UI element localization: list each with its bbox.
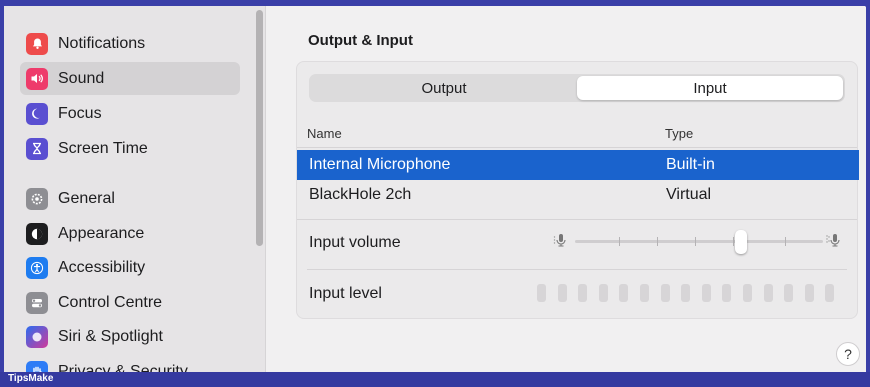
input-volume-label: Input volume	[309, 234, 401, 251]
tab-output[interactable]: Output	[311, 76, 577, 100]
sidebar-item-appearance[interactable]: Appearance	[20, 217, 240, 250]
divider	[307, 269, 847, 270]
output-input-segmented-control: Output Input	[309, 74, 845, 102]
sidebar-item-label: General	[58, 189, 115, 207]
slider-tick	[733, 237, 734, 246]
sidebar-item-label: Siri & Spotlight	[58, 327, 163, 345]
sidebar-item-label: Control Centre	[58, 293, 163, 311]
level-segment	[619, 284, 629, 302]
device-table-header: Name Type	[297, 116, 857, 148]
mic-low-icon	[553, 232, 569, 251]
level-segment	[722, 284, 732, 302]
input-volume-knob[interactable]	[735, 230, 747, 254]
tab-input[interactable]: Input	[577, 76, 843, 100]
sidebar-item-sound[interactable]: Sound	[20, 62, 240, 95]
footer-label: TipsMake	[8, 373, 54, 384]
sidebar-item-label: Screen Time	[58, 139, 148, 157]
settings-window: Notifications Sound Focus Screen Time Ge…	[4, 6, 866, 372]
sidebar-item-control-centre[interactable]: Control Centre	[20, 286, 240, 319]
device-name: BlackHole 2ch	[309, 186, 412, 203]
hourglass-icon	[26, 137, 48, 160]
level-segment	[763, 284, 773, 302]
sidebar-item-general[interactable]: General	[20, 182, 240, 215]
bell-icon	[26, 32, 48, 55]
device-name: Internal Microphone	[309, 156, 451, 173]
level-segment	[598, 284, 608, 302]
sidebar: Notifications Sound Focus Screen Time Ge…	[4, 6, 266, 372]
level-segment	[825, 284, 835, 302]
gear-icon	[26, 187, 48, 210]
footer-bar: TipsMake	[0, 372, 870, 387]
slider-tick	[695, 237, 696, 246]
level-segment	[804, 284, 814, 302]
section-title: Output & Input	[308, 32, 413, 49]
siri-icon	[26, 325, 48, 348]
level-segment	[784, 284, 794, 302]
input-settings-box: Input volume Input level	[297, 219, 857, 318]
sidebar-item-label: Accessibility	[58, 258, 146, 276]
level-segment	[743, 284, 752, 302]
level-segment	[660, 284, 670, 302]
table-row[interactable]: BlackHole 2ch Virtual	[297, 180, 859, 210]
sidebar-item-screen-time[interactable]: Screen Time	[20, 132, 240, 165]
help-button[interactable]: ?	[836, 342, 860, 366]
slider-tick	[619, 237, 620, 246]
sidebar-item-privacy-security[interactable]: Privacy & Security	[20, 355, 240, 372]
level-segment	[701, 284, 711, 302]
sidebar-item-label: Focus	[58, 104, 102, 122]
sidebar-scrollbar[interactable]	[256, 10, 263, 246]
sidebar-item-accessibility[interactable]: Accessibility	[20, 251, 240, 284]
output-input-panel: Output Input Name Type Internal Micropho…	[296, 61, 859, 319]
hand-icon	[26, 360, 48, 372]
level-segment	[557, 284, 567, 302]
sidebar-item-focus[interactable]: Focus	[20, 97, 240, 130]
input-level-label: Input level	[309, 285, 382, 302]
main-content: Output & Input Output Input Name Type In…	[266, 6, 866, 372]
sidebar-item-notifications[interactable]: Notifications	[20, 27, 240, 60]
toggle-icon	[26, 291, 48, 314]
level-segment	[640, 284, 649, 302]
accessibility-icon	[26, 256, 48, 279]
sidebar-item-label: Sound	[58, 69, 105, 87]
slider-tick	[785, 237, 786, 246]
level-segment	[537, 284, 546, 302]
sidebar-item-siri-spotlight[interactable]: Siri & Spotlight	[20, 320, 240, 353]
column-header-name[interactable]: Name	[307, 126, 342, 141]
speaker-icon	[26, 67, 48, 90]
level-segment	[681, 284, 691, 302]
column-header-type[interactable]: Type	[665, 126, 693, 141]
device-type: Built-in	[666, 156, 715, 173]
table-row[interactable]: Internal Microphone Built-in	[297, 150, 859, 180]
sidebar-item-label: Privacy & Security	[58, 362, 188, 373]
device-type: Virtual	[666, 186, 712, 203]
moon-icon	[26, 102, 48, 125]
slider-tick	[657, 237, 658, 246]
sidebar-item-label: Notifications	[58, 34, 146, 52]
level-segment	[578, 284, 588, 302]
mic-high-icon	[825, 232, 845, 251]
sidebar-item-label: Appearance	[58, 224, 145, 242]
appearance-icon	[26, 222, 48, 245]
